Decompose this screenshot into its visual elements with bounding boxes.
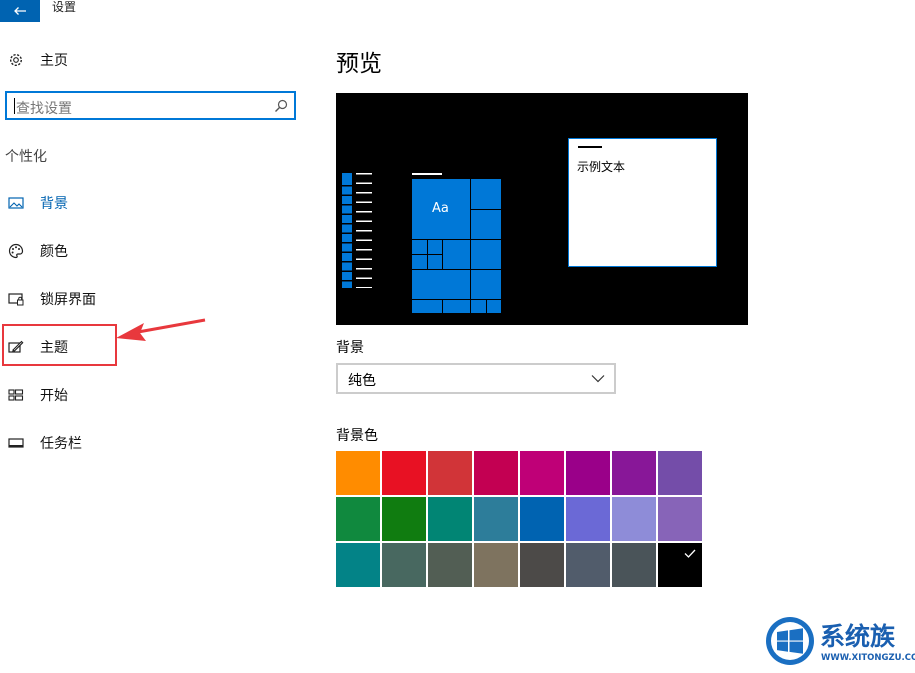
color-swatch[interactable] — [474, 451, 518, 495]
sidebar-item-colors[interactable]: 颜色 — [0, 231, 300, 271]
color-swatch[interactable] — [612, 451, 656, 495]
group-heading: 个性化 — [5, 149, 47, 165]
color-swatch[interactable] — [520, 451, 564, 495]
windows-logo-icon: 系统族 WWW.XITONGZU.COM — [766, 617, 915, 665]
color-swatch[interactable] — [336, 497, 380, 541]
color-swatch[interactable] — [428, 451, 472, 495]
background-label: 背景 — [336, 340, 364, 356]
color-swatch[interactable] — [474, 543, 518, 587]
search-placeholder: 查找设置 — [16, 101, 72, 117]
sidebar-item-background[interactable]: 背景 — [0, 183, 300, 223]
chevron-down-icon — [591, 375, 605, 383]
color-swatch[interactable] — [336, 451, 380, 495]
color-swatch[interactable] — [566, 543, 610, 587]
back-arrow-icon — [14, 7, 26, 15]
sidebar-item-label: 颜色 — [40, 244, 68, 260]
preview-sample-window: 示例文本 — [568, 138, 717, 267]
search-input[interactable]: 查找设置 — [5, 91, 296, 120]
taskbar-icon — [8, 438, 24, 448]
background-color-label: 背景色 — [336, 428, 378, 444]
window-title: 设置 — [52, 0, 77, 14]
home-label: 主页 — [40, 53, 68, 69]
sidebar-item-label: 任务栏 — [40, 436, 82, 452]
palette-icon — [8, 243, 24, 259]
color-swatch[interactable] — [566, 497, 610, 541]
color-swatch[interactable] — [428, 497, 472, 541]
lock-screen-icon — [8, 293, 24, 306]
color-swatch[interactable] — [612, 497, 656, 541]
annotation-arrow-icon — [116, 318, 206, 341]
back-button[interactable] — [0, 0, 40, 22]
color-swatch[interactable] — [336, 543, 380, 587]
background-dropdown[interactable]: 纯色 — [336, 363, 616, 394]
color-swatch[interactable] — [612, 543, 656, 587]
preview-sample-text: 示例文本 — [577, 160, 626, 174]
sidebar-item-label: 锁屏界面 — [40, 292, 96, 308]
annotation-highlight-box — [2, 324, 117, 366]
gear-icon — [9, 53, 23, 67]
page-title: 预览 — [336, 51, 382, 77]
start-tiles-icon — [8, 389, 24, 401]
color-swatch[interactable] — [382, 497, 426, 541]
sidebar-item-label: 背景 — [40, 196, 68, 212]
sidebar-item-taskbar[interactable]: 任务栏 — [0, 423, 300, 463]
color-swatch[interactable] — [382, 451, 426, 495]
preview-tile-text: Aa — [432, 201, 449, 216]
svg-text:系统族: 系统族 — [820, 622, 896, 651]
color-swatch[interactable] — [658, 451, 702, 495]
color-swatch[interactable] — [658, 497, 702, 541]
home-nav-item[interactable]: 主页 — [0, 40, 300, 80]
sidebar-item-start[interactable]: 开始 — [0, 375, 300, 415]
text-caret — [14, 98, 15, 114]
preview-tiles: Aa — [412, 179, 501, 313]
color-palette — [336, 451, 704, 591]
preview-tiles-header — [412, 173, 442, 175]
picture-icon — [8, 197, 24, 209]
color-swatch[interactable] — [428, 543, 472, 587]
color-swatch[interactable] — [658, 543, 702, 587]
search-icon[interactable] — [274, 99, 288, 113]
color-swatch[interactable] — [566, 451, 610, 495]
sidebar-item-lock-screen[interactable]: 锁屏界面 — [0, 279, 300, 319]
checkmark-icon — [684, 549, 696, 558]
color-swatch[interactable] — [520, 497, 564, 541]
svg-text:WWW.XITONGZU.COM: WWW.XITONGZU.COM — [821, 653, 915, 663]
watermark-logo: 系统族 WWW.XITONGZU.COM — [762, 612, 915, 669]
preview-start-menu — [342, 173, 372, 288]
theme-preview: Aa 示例文本 — [336, 93, 748, 325]
color-swatch[interactable] — [382, 543, 426, 587]
sidebar-item-label: 开始 — [40, 388, 68, 404]
color-swatch[interactable] — [520, 543, 564, 587]
color-swatch[interactable] — [474, 497, 518, 541]
background-dropdown-value: 纯色 — [348, 373, 376, 389]
